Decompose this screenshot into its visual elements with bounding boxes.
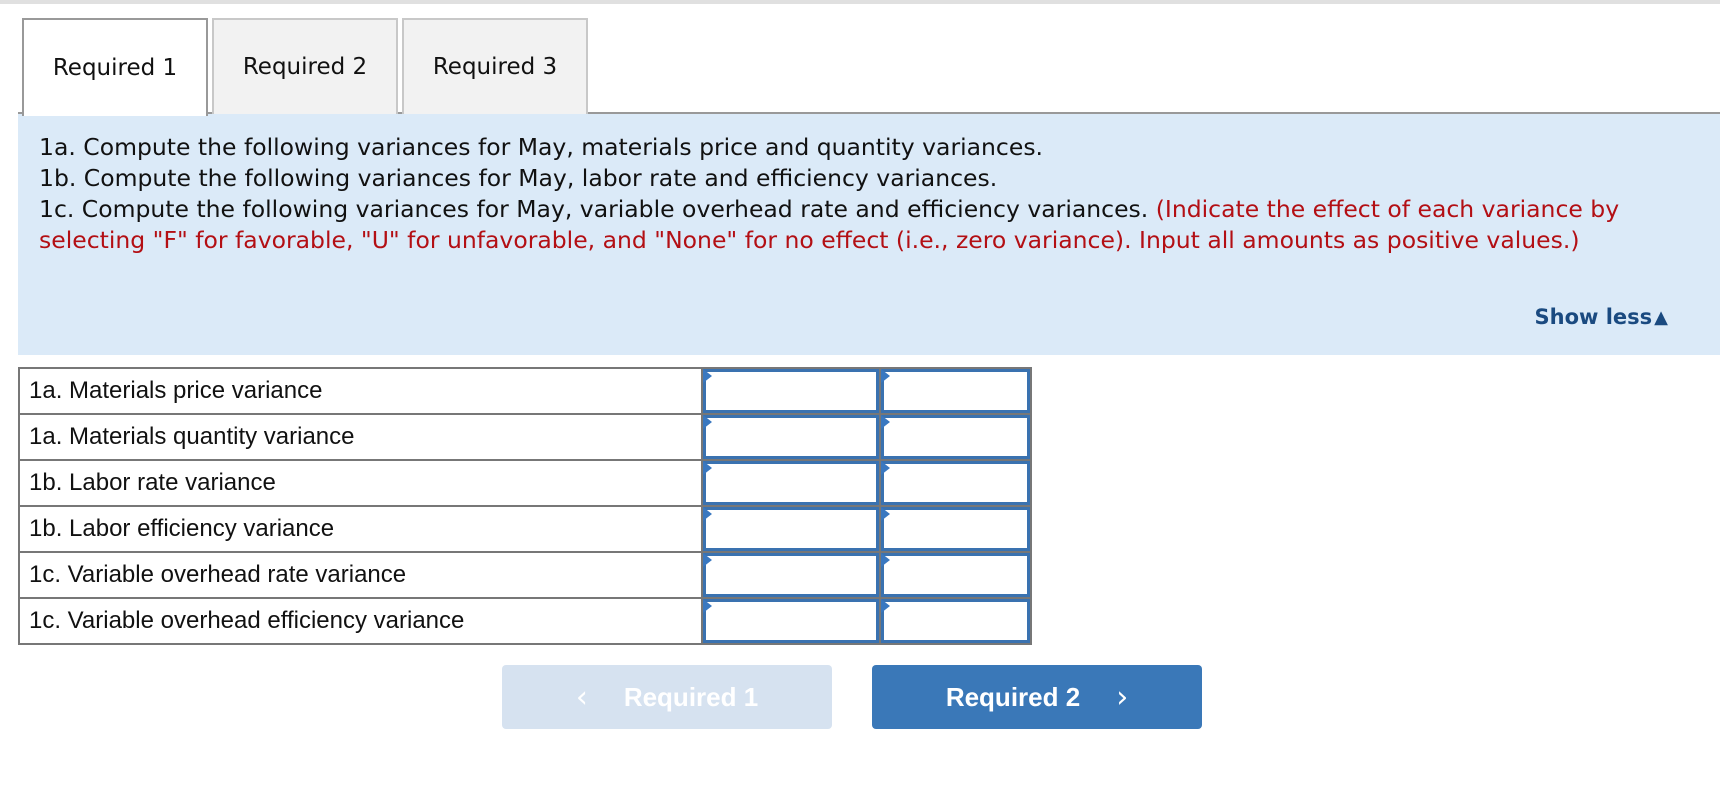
effect-select[interactable]	[880, 369, 1030, 413]
row-label: 1a. Materials quantity variance	[17, 413, 704, 461]
amount-input-cell[interactable]	[701, 597, 881, 645]
effect-select[interactable]	[880, 461, 1030, 505]
effect-select[interactable]	[880, 415, 1030, 459]
amount-input[interactable]	[703, 415, 879, 459]
next-button-label: Required 2	[945, 681, 1081, 712]
instruction-1c-block: 1c. Compute the following variances for …	[39, 194, 1700, 256]
cell-flag-icon	[703, 369, 713, 383]
tab-required-2[interactable]: Required 2	[212, 18, 398, 114]
instruction-1c: 1c. Compute the following variances for …	[39, 195, 1149, 223]
show-less-label: Show less	[1534, 305, 1653, 329]
prev-button-label: Required 1	[623, 681, 759, 712]
row-label: 1c. Variable overhead efficiency varianc…	[17, 597, 704, 645]
tab-required-1[interactable]: Required 1	[22, 18, 208, 116]
table-row: 1a. Materials quantity variance	[17, 413, 1033, 461]
effect-select-cell[interactable]	[878, 597, 1033, 645]
effect-select-cell[interactable]	[878, 551, 1033, 599]
instruction-1a: 1a. Compute the following variances for …	[39, 133, 1044, 161]
amount-input-cell[interactable]	[701, 505, 881, 553]
cell-flag-icon	[880, 599, 890, 613]
table-row: 1c. Variable overhead efficiency varianc…	[17, 597, 1033, 645]
table-row: 1c. Variable overhead rate variance	[17, 551, 1033, 599]
effect-select-cell[interactable]	[878, 413, 1033, 461]
amount-input[interactable]	[703, 461, 879, 505]
effect-select[interactable]	[880, 599, 1030, 643]
row-label: 1b. Labor rate variance	[17, 459, 704, 507]
amount-input-cell[interactable]	[701, 367, 881, 415]
effect-select-cell[interactable]	[878, 459, 1033, 507]
amount-input-cell[interactable]	[701, 459, 881, 507]
cell-flag-icon	[880, 369, 890, 383]
table-row: 1b. Labor rate variance	[17, 459, 1033, 507]
amount-input[interactable]	[703, 507, 879, 551]
instructions-panel: 1a. Compute the following variances for …	[18, 114, 1720, 355]
cell-flag-icon	[880, 553, 890, 567]
chevron-right-icon: ›	[1116, 679, 1129, 715]
row-label: 1b. Labor efficiency variance	[17, 505, 704, 553]
tab-required-3[interactable]: Required 3	[402, 18, 588, 114]
effect-select-cell[interactable]	[878, 367, 1033, 415]
effect-select-cell[interactable]	[878, 505, 1033, 553]
instruction-1b: 1b. Compute the following variances for …	[39, 164, 998, 192]
top-divider-bar	[0, 0, 1720, 4]
effect-select[interactable]	[880, 553, 1030, 597]
cell-flag-icon	[703, 553, 713, 567]
tab-bar: Required 1 Required 2 Required 3	[18, 18, 1720, 116]
cell-flag-icon	[703, 461, 713, 475]
table-row: 1b. Labor efficiency variance	[17, 505, 1033, 553]
amount-input-cell[interactable]	[701, 413, 881, 461]
cell-flag-icon	[880, 461, 890, 475]
show-less-link[interactable]: Show less ▲	[1535, 302, 1669, 333]
amount-input[interactable]	[703, 599, 879, 643]
amount-input[interactable]	[703, 553, 879, 597]
variance-answer-table: 1a. Materials price variance 1a. Materia…	[17, 367, 1033, 645]
prev-required-button[interactable]: ‹ Required 1	[502, 665, 832, 729]
cell-flag-icon	[880, 415, 890, 429]
chevron-left-icon: ‹	[575, 679, 588, 715]
row-label: 1a. Materials price variance	[17, 367, 704, 415]
row-label: 1c. Variable overhead rate variance	[17, 551, 704, 599]
effect-select[interactable]	[880, 507, 1030, 551]
next-required-button[interactable]: Required 2 ›	[872, 665, 1202, 729]
cell-flag-icon	[703, 599, 713, 613]
amount-input-cell[interactable]	[701, 551, 881, 599]
triangle-up-icon: ▲	[1654, 307, 1668, 328]
cell-flag-icon	[703, 415, 713, 429]
amount-input[interactable]	[703, 369, 879, 413]
cell-flag-icon	[880, 507, 890, 521]
table-row: 1a. Materials price variance	[17, 367, 1033, 415]
cell-flag-icon	[703, 507, 713, 521]
